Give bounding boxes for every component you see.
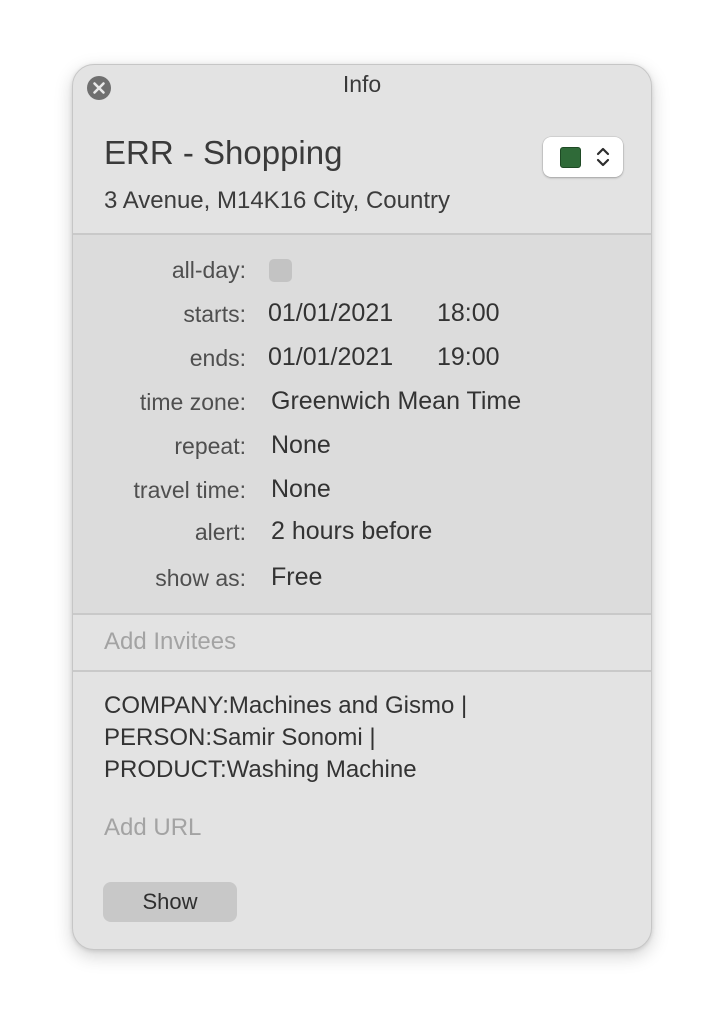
- repeat-value[interactable]: None: [271, 431, 331, 460]
- calendar-color-swatch: [560, 147, 581, 168]
- event-header: ERR - Shopping 3 Avenue, M14K16 City, Co…: [73, 109, 651, 233]
- alert-label: alert:: [194, 519, 246, 545]
- show-button[interactable]: Show: [103, 882, 237, 922]
- ends-date[interactable]: 01/01/2021: [268, 343, 393, 372]
- notes-section: COMPANY:Machines and Gismo | PERSON:Sami…: [73, 672, 651, 949]
- window-title: Info: [342, 71, 382, 97]
- titlebar: Info: [73, 65, 651, 109]
- event-title[interactable]: ERR - Shopping: [104, 134, 342, 172]
- all-day-checkbox[interactable]: [269, 259, 292, 282]
- show-as-label: show as:: [155, 565, 246, 591]
- notes-field[interactable]: COMPANY:Machines and Gismo | PERSON:Sami…: [104, 690, 624, 786]
- add-invitees-field[interactable]: Add Invitees: [104, 628, 236, 656]
- ends-label: ends:: [189, 345, 246, 371]
- travel-time-label: travel time:: [133, 477, 246, 503]
- notes-line: PRODUCT:Washing Machine: [104, 756, 417, 783]
- ends-time[interactable]: 19:00: [437, 343, 500, 372]
- starts-time[interactable]: 18:00: [437, 299, 500, 328]
- time-zone-value[interactable]: Greenwich Mean Time: [271, 387, 521, 416]
- event-info-window: Info ERR - Shopping 3 Avenue, M14K16 Cit…: [72, 64, 652, 950]
- chevron-updown-icon: [596, 147, 610, 167]
- starts-date[interactable]: 01/01/2021: [268, 299, 393, 328]
- alert-value[interactable]: 2 hours before: [271, 517, 432, 546]
- all-day-label: all-day:: [171, 257, 246, 283]
- event-location[interactable]: 3 Avenue, M14K16 City, Country: [104, 187, 450, 215]
- starts-label: starts:: [183, 301, 246, 327]
- event-details: all-day: starts: 01/01/2021 18:00 ends: …: [73, 235, 651, 613]
- calendar-color-popup[interactable]: [543, 137, 623, 177]
- travel-time-value[interactable]: None: [271, 475, 331, 504]
- notes-line: PERSON:Samir Sonomi |: [104, 724, 376, 751]
- repeat-label: repeat:: [174, 433, 246, 459]
- show-as-value[interactable]: Free: [271, 563, 322, 592]
- time-zone-label: time zone:: [139, 389, 246, 415]
- notes-line: COMPANY:Machines and Gismo |: [104, 692, 468, 719]
- invitees-section: Add Invitees: [73, 615, 651, 670]
- add-url-field[interactable]: Add URL: [104, 814, 201, 842]
